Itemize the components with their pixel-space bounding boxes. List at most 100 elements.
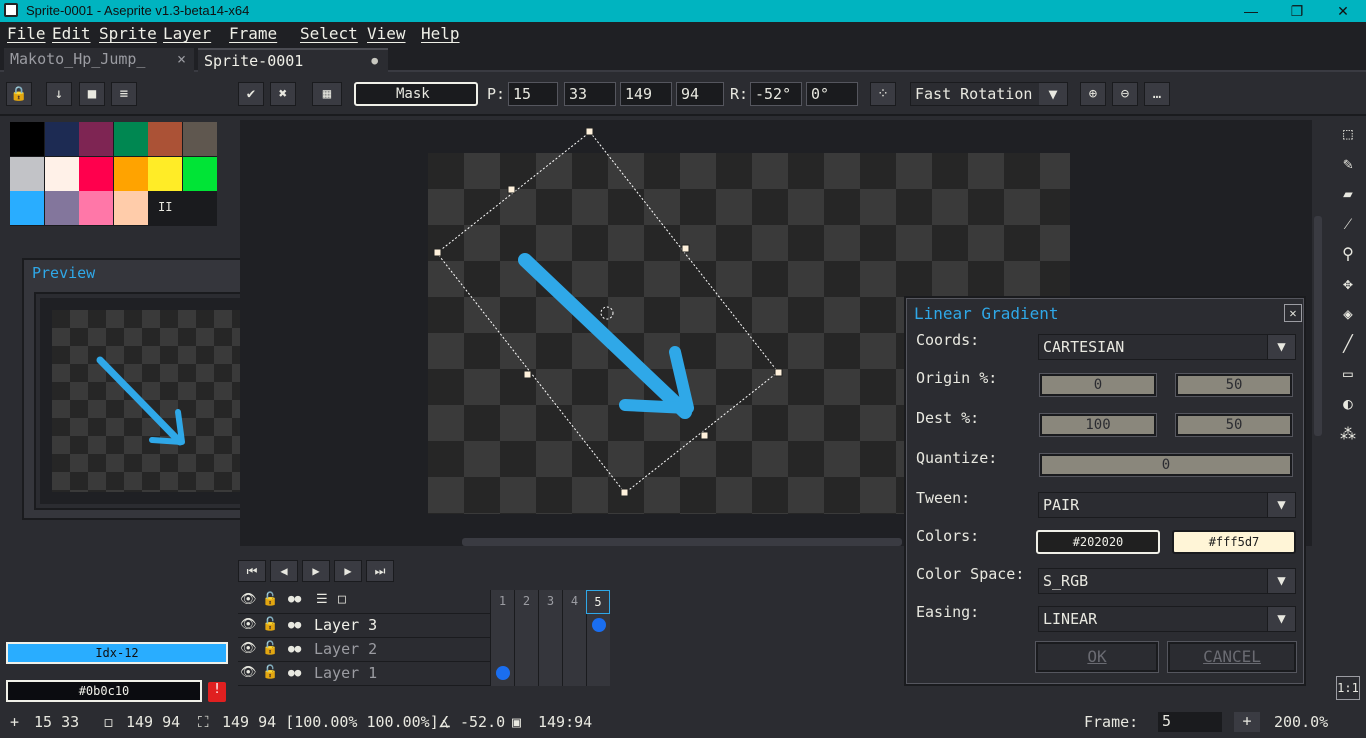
menu-edit[interactable]: Edit xyxy=(52,24,91,43)
lock-icon[interactable]: 🔒 xyxy=(6,82,32,106)
frame-input[interactable]: 5 xyxy=(1158,712,1222,732)
palette-swatch[interactable] xyxy=(44,156,79,191)
cancel-x-button[interactable]: ✖ xyxy=(270,82,296,106)
menu-frame[interactable]: Frame xyxy=(229,24,277,43)
lock-icon[interactable]: 🔓 xyxy=(262,665,278,680)
dest-x-slider[interactable]: 100 xyxy=(1039,413,1157,437)
next-frame-button[interactable]: ▶ xyxy=(334,560,362,582)
transform-selection[interactable] xyxy=(420,120,800,510)
palette-swatch[interactable] xyxy=(79,122,113,156)
palette-swatch[interactable] xyxy=(113,191,148,225)
continuous-icon[interactable]: ●● xyxy=(288,592,301,605)
background-color-button[interactable]: #0b0c10 xyxy=(6,680,202,702)
cel-empty[interactable] xyxy=(490,638,514,662)
cancel-button[interactable]: CANCEL xyxy=(1167,641,1297,673)
marquee-tool-icon[interactable]: ⬚ xyxy=(1334,120,1362,148)
mask-button[interactable]: Mask xyxy=(354,82,478,106)
palette-swatch[interactable] xyxy=(182,122,217,156)
menu-view[interactable]: View xyxy=(367,24,406,43)
cel-empty[interactable] xyxy=(538,614,562,638)
coords-dropdown[interactable]: CARTESIAN ▼ xyxy=(1038,334,1296,360)
visibility-icon[interactable]: 👁 xyxy=(240,617,257,632)
cel-empty[interactable] xyxy=(586,662,610,686)
menu-lines-icon[interactable]: ≡ xyxy=(111,82,137,106)
palette-swatch[interactable] xyxy=(113,156,148,191)
layer-icon[interactable]: ■ xyxy=(79,82,105,106)
dest-y-slider[interactable]: 50 xyxy=(1175,413,1293,437)
eyedropper-tool-icon[interactable]: ⁄ xyxy=(1334,210,1362,238)
rectangle-tool-icon[interactable]: ▭ xyxy=(1334,360,1362,388)
cel-empty[interactable] xyxy=(514,662,538,686)
ratio-button[interactable]: 1:1 xyxy=(1336,676,1360,700)
frame-header-4[interactable]: 4 xyxy=(562,590,586,614)
cel-empty[interactable] xyxy=(538,638,562,662)
visibility-icon[interactable]: 👁 xyxy=(240,665,257,680)
tab-makoto[interactable]: Makoto_Hp_Jump_ × xyxy=(4,48,194,72)
origin-y-slider[interactable]: 50 xyxy=(1175,373,1293,397)
transform-pivot-icon[interactable]: ▦ xyxy=(312,82,342,106)
color-a-button[interactable]: #202020 xyxy=(1036,530,1160,554)
new-frame-button[interactable]: + xyxy=(1234,712,1260,732)
maximize-button[interactable]: ❐ xyxy=(1274,0,1320,22)
tab-sprite-0001[interactable]: Sprite-0001 ● xyxy=(198,48,388,72)
height-field[interactable]: 94 xyxy=(676,82,724,106)
palette-swatch[interactable] xyxy=(10,191,44,225)
cel-empty[interactable] xyxy=(538,662,562,686)
frame-header-3[interactable]: 3 xyxy=(538,590,562,614)
lock-icon[interactable]: 🔓 xyxy=(262,617,278,632)
layer-row-1[interactable]: 👁 🔓 ●● Layer 1 xyxy=(238,662,610,686)
pivot-options-icon[interactable]: ⊖ xyxy=(1112,82,1138,106)
cel-empty[interactable] xyxy=(562,662,586,686)
menu-file[interactable]: File xyxy=(7,24,46,43)
cel-filled[interactable] xyxy=(490,662,514,686)
apply-check-button[interactable]: ✔ xyxy=(238,82,264,106)
palette-swatch[interactable] xyxy=(148,156,182,191)
layer-name[interactable]: Layer 2 xyxy=(314,640,377,658)
menu-layer[interactable]: Layer xyxy=(163,24,211,43)
horizontal-scrollbar[interactable] xyxy=(462,538,902,546)
palette-swatch[interactable] xyxy=(148,122,182,156)
cel-empty[interactable] xyxy=(562,614,586,638)
continuous-icon[interactable]: ●● xyxy=(288,666,301,679)
palette-swatch[interactable] xyxy=(182,156,217,191)
color-b-button[interactable]: #fff5d7 xyxy=(1172,530,1296,554)
close-dialog-icon[interactable]: ✕ xyxy=(1284,304,1302,322)
zoom-tool-icon[interactable]: ⚲ xyxy=(1334,240,1362,268)
warning-icon[interactable]: ! xyxy=(208,682,226,702)
layer-name[interactable]: Layer 3 xyxy=(314,616,377,634)
play-animation-button[interactable]: ▶ xyxy=(302,560,330,582)
palette-swatch[interactable] xyxy=(10,122,44,156)
cel-empty[interactable] xyxy=(514,614,538,638)
pivot-icon[interactable]: ⊕ xyxy=(1080,82,1106,106)
move-tool-icon[interactable]: ✥ xyxy=(1334,270,1362,298)
close-tab-icon[interactable]: × xyxy=(177,48,186,70)
cel-empty[interactable] xyxy=(490,614,514,638)
palette-swatch[interactable] xyxy=(79,156,113,191)
palette-swatch[interactable] xyxy=(79,191,113,225)
ok-button[interactable]: OK xyxy=(1035,641,1159,673)
menu-help[interactable]: Help xyxy=(421,24,460,43)
origin-x-slider[interactable]: 0 xyxy=(1039,373,1157,397)
lock-icon[interactable]: 🔓 xyxy=(262,592,278,607)
previous-frame-button[interactable]: ◀ xyxy=(270,560,298,582)
frame-header-2[interactable]: 2 xyxy=(514,590,538,614)
palette-swatch[interactable] xyxy=(44,122,79,156)
y-field[interactable]: 33 xyxy=(564,82,616,106)
skew-field[interactable]: 0° xyxy=(806,82,858,106)
rotation-algorithm-dropdown[interactable]: Fast Rotation ▼ xyxy=(910,82,1068,106)
quantize-slider[interactable]: 0 xyxy=(1039,453,1293,477)
cel-filled[interactable] xyxy=(586,614,610,638)
grid-dots-icon[interactable]: ⁘ xyxy=(870,82,896,106)
fill-tool-icon[interactable]: ◈ xyxy=(1334,300,1362,328)
eraser-tool-icon[interactable]: ▰ xyxy=(1334,180,1362,208)
close-window-button[interactable]: ✕ xyxy=(1320,0,1366,22)
frame-header-5[interactable]: 5 xyxy=(586,590,610,614)
layer-name[interactable]: Layer 1 xyxy=(314,664,377,682)
minimize-button[interactable]: — xyxy=(1228,0,1274,22)
lock-icon[interactable]: 🔓 xyxy=(262,641,278,656)
line-tool-icon[interactable]: ╱ xyxy=(1334,330,1362,358)
tween-dropdown[interactable]: PAIR ▼ xyxy=(1038,492,1296,518)
continuous-icon[interactable]: ●● xyxy=(288,642,301,655)
menu-select[interactable]: Select xyxy=(300,24,358,43)
layer-row-2[interactable]: 👁 🔓 ●● Layer 2 xyxy=(238,638,610,662)
